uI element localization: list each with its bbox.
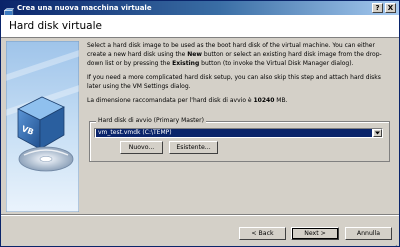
title-bar[interactable]: Crea una nuova macchina virtuale ? X	[1, 1, 399, 18]
boot-disk-group: Hard disk di avvio (Primary Master) vm_t…	[89, 116, 390, 162]
resize-grip-icon[interactable]	[390, 237, 398, 246]
new-keyword: New	[187, 51, 202, 58]
close-button[interactable]: X	[385, 3, 396, 13]
back-button[interactable]: < Back	[239, 227, 286, 240]
virtualbox-app-icon	[3, 3, 14, 18]
wizard-window: Crea una nuova macchina virtuale ? X Har…	[0, 0, 400, 247]
page-header: Hard disk virtuale	[1, 15, 399, 38]
intro-paragraph: Select a hard disk image to be used as t…	[87, 41, 391, 68]
virtualbox-wizard-image: VB	[1, 40, 87, 213]
existing-keyword: Existing	[172, 60, 200, 67]
help-button[interactable]: ?	[372, 3, 383, 13]
next-button[interactable]: Next >	[291, 227, 339, 240]
window-title: Crea una nuova macchina virtuale	[17, 4, 152, 12]
page-title: Hard disk virtuale	[9, 20, 102, 32]
wizard-body: VB Select a hard disk image to be used a…	[1, 38, 399, 213]
group-label: Hard disk di avvio (Primary Master)	[96, 116, 206, 125]
hard-disk-dropdown[interactable]: vm_test.vmdk (C:\TEMP)	[94, 128, 383, 138]
selected-disk: vm_test.vmdk (C:\TEMP)	[96, 129, 372, 137]
description: Select a hard disk image to be used as t…	[87, 41, 391, 110]
existing-disk-button[interactable]: Esistente...	[169, 141, 218, 154]
recommended-size-paragraph: La dimensione raccomandata per l'hard di…	[87, 96, 391, 105]
advanced-paragraph: If you need a more complicated hard disk…	[87, 74, 381, 90]
cancel-button[interactable]: Annulla	[345, 227, 392, 240]
intro-text-3: button (to invoke the Virtual Disk Manag…	[199, 60, 354, 67]
dropdown-button[interactable]	[373, 129, 382, 137]
recommended-size-value: 10240	[253, 97, 275, 104]
recommended-size-label: La dimensione raccomandata per l'hard di…	[87, 97, 254, 104]
recommended-size-unit: MB.	[274, 97, 288, 104]
footer-separator	[1, 214, 399, 216]
new-disk-button[interactable]: Nuovo...	[120, 141, 163, 154]
